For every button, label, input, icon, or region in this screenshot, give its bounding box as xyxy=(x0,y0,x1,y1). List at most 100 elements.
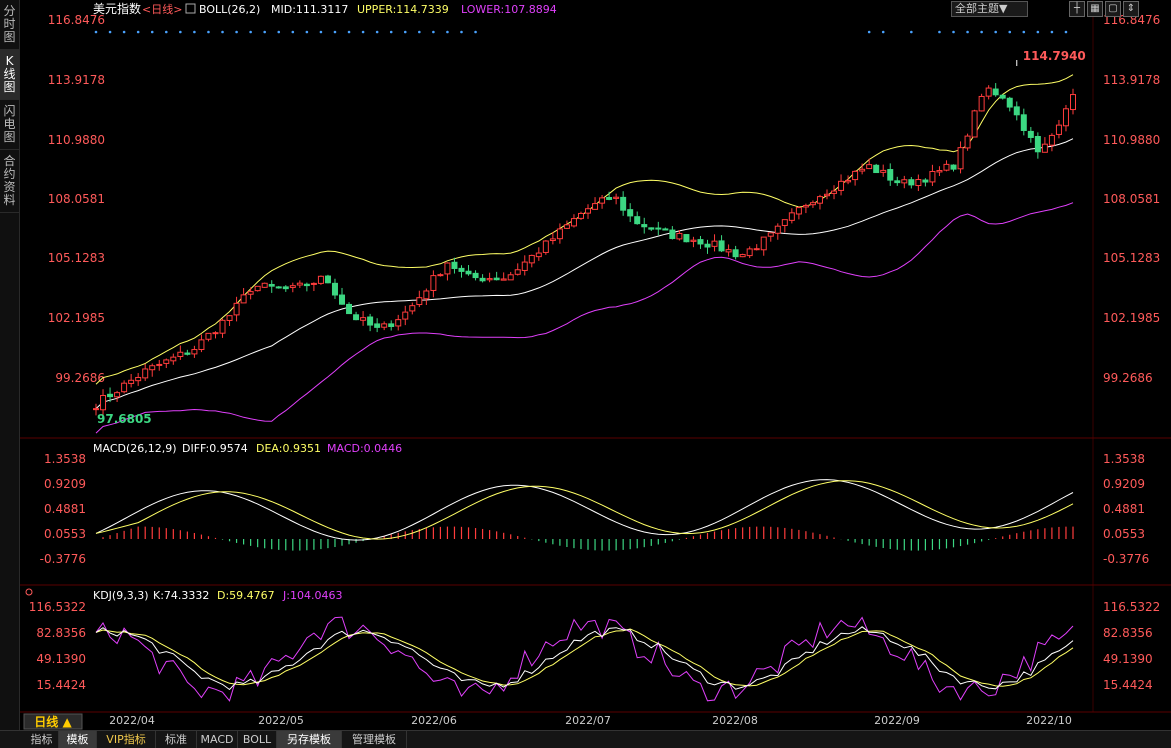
candle xyxy=(760,236,767,251)
scroll-icon[interactable]: ⇕ xyxy=(1123,1,1139,17)
date-tick: 2022/07 xyxy=(565,714,611,727)
candle xyxy=(374,323,381,328)
candle xyxy=(549,238,556,241)
candle xyxy=(795,207,802,215)
window-icon[interactable]: ▢ xyxy=(1105,1,1121,17)
candle xyxy=(585,208,592,214)
price-tick-left: 110.9880 xyxy=(48,133,105,147)
candle xyxy=(493,277,500,281)
signal-dot xyxy=(249,30,252,34)
candle xyxy=(339,294,346,305)
candle xyxy=(599,197,606,204)
kdj-k-value: K:74.3332 xyxy=(153,589,209,602)
kdj-j-value: J:104.0463 xyxy=(282,589,342,602)
tab-save-template[interactable]: 另存模板 xyxy=(277,731,342,748)
candle xyxy=(669,229,676,239)
candle xyxy=(514,269,521,275)
candle xyxy=(683,234,690,243)
theme-select[interactable]: 全部主题▼ xyxy=(951,1,1028,17)
tab-template[interactable]: 模板 xyxy=(59,731,97,748)
candle xyxy=(592,203,599,210)
candle xyxy=(268,283,275,287)
tab-vip-indicator[interactable]: VIP指标 xyxy=(97,731,156,748)
candle xyxy=(226,315,233,321)
candle xyxy=(845,179,852,183)
price-tick-left: 102.1985 xyxy=(48,311,105,325)
kdj-tick-right: 15.4424 xyxy=(1103,678,1153,692)
macd-tick-left: 0.9209 xyxy=(44,477,86,491)
tab-standard[interactable]: 标准 xyxy=(156,731,197,748)
candle xyxy=(479,277,486,282)
candle xyxy=(107,393,114,398)
candle xyxy=(1041,143,1048,153)
candle xyxy=(128,379,135,384)
candle xyxy=(331,282,338,296)
candle xyxy=(289,285,296,288)
price-tick-right: 113.9178 xyxy=(1103,73,1160,87)
kdj-tick-right: 82.8356 xyxy=(1103,626,1153,640)
low-price-label: 97.6805 xyxy=(97,412,152,426)
signal-dot xyxy=(994,30,997,34)
candle xyxy=(317,275,324,284)
candle xyxy=(1013,106,1020,116)
candle xyxy=(212,332,219,335)
candle xyxy=(535,252,542,258)
signal-dot xyxy=(474,30,477,34)
date-tick: 2022/09 xyxy=(874,714,920,727)
tab-manage-template[interactable]: 管理模板 xyxy=(342,731,407,748)
candle xyxy=(809,202,816,206)
candle xyxy=(310,282,317,285)
candle xyxy=(823,193,830,197)
grid-icon[interactable]: ▦ xyxy=(1087,1,1103,17)
candle xyxy=(409,305,416,312)
candle xyxy=(788,212,795,221)
tab-macd[interactable]: MACD xyxy=(197,731,238,748)
price-tick-right: 110.9880 xyxy=(1103,133,1160,147)
candle xyxy=(324,275,331,284)
kdj-tick-right: 116.5322 xyxy=(1103,600,1160,614)
signal-dot xyxy=(193,30,196,34)
candle xyxy=(746,248,753,257)
candle xyxy=(634,216,641,225)
macd-hist-value: MACD:0.0446 xyxy=(327,442,402,455)
candle xyxy=(381,323,388,328)
signal-dot xyxy=(221,30,224,34)
signal-dot xyxy=(910,30,913,34)
chart-area[interactable]: 美元指数 <日线> BOLL(26,2) MID:111.3117 UPPER:114.… xyxy=(0,0,1171,730)
tab-boll[interactable]: BOLL xyxy=(238,731,277,748)
price-tick-left: 113.9178 xyxy=(48,73,105,87)
candle xyxy=(978,95,985,112)
candle xyxy=(908,179,915,186)
crosshair-icon[interactable]: ┼ xyxy=(1069,1,1085,17)
candle xyxy=(465,270,472,275)
candle xyxy=(458,267,465,272)
candle xyxy=(282,286,289,290)
candle xyxy=(929,171,936,183)
tab-indicator[interactable]: 指标 xyxy=(25,731,59,748)
boll-mid-value: MID:111.3117 xyxy=(271,3,348,16)
signal-dot xyxy=(375,30,379,34)
signal-dot xyxy=(952,30,955,34)
candle xyxy=(303,283,310,287)
signal-dot xyxy=(446,30,449,34)
candle xyxy=(992,88,999,96)
candle xyxy=(915,179,922,187)
candle xyxy=(388,323,395,327)
candle xyxy=(852,170,859,181)
candle xyxy=(205,332,212,340)
signal-dot xyxy=(403,30,407,34)
candle xyxy=(627,209,634,217)
signal-dot xyxy=(136,30,140,34)
candle xyxy=(472,272,479,279)
candle xyxy=(711,240,718,247)
candle xyxy=(156,363,163,366)
price-tick-right: 105.1283 xyxy=(1103,251,1160,265)
candle xyxy=(444,262,451,275)
candle xyxy=(1062,108,1069,127)
signal-dot xyxy=(94,30,98,34)
price-tick-left: 105.1283 xyxy=(48,251,105,265)
candle xyxy=(93,408,99,411)
candle xyxy=(655,227,662,230)
period-button-label: 日线 ▲ xyxy=(34,714,72,729)
signal-dot xyxy=(347,30,351,34)
